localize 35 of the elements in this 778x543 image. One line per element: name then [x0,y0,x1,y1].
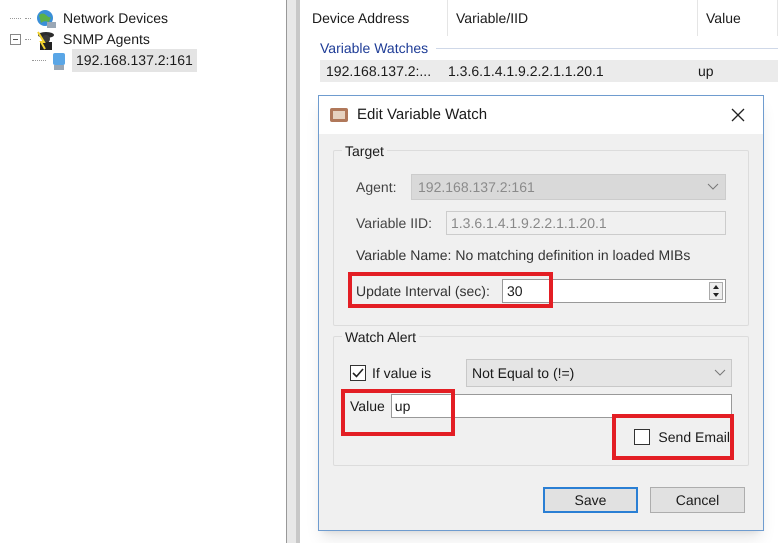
field-label: Agent: [356,178,398,197]
table-cell-text: 192.168.137.2:... [325,62,432,80]
dialog-button[interactable]: Save [543,487,638,513]
field-label: Variable IID: [356,214,433,232]
list-row[interactable]: 192.168.137.2:... 1.3.6.1.4.1.9.2.2.1.1.20.1 up [320,60,778,82]
field-label: Value [350,396,385,416]
update-interval-field[interactable]: 30 [502,279,726,303]
column-header[interactable]: Device Address [304,0,448,36]
group-header: Variable Watches [320,38,428,58]
close-icon[interactable] [731,108,745,122]
tree-item[interactable]: SNMP Agents [61,29,152,50]
checkbox[interactable] [634,429,650,445]
table-cell-text: up [698,62,715,81]
checkbox-label[interactable]: If value is [372,362,460,384]
tree-item[interactable]: Network Devices [61,8,170,29]
variable-name-text: Variable Name: No matching definition in loaded MIBs [356,246,692,265]
table-cell-text: 1.3.6.1.4.1.9.2.2.1.1.20.1 [448,62,605,80]
checkbox[interactable] [350,365,366,381]
column-header[interactable]: Value [698,0,778,36]
computer-icon [50,50,68,70]
value-field[interactable]: up [390,394,732,418]
dialog-button[interactable]: Cancel [650,487,745,513]
column-header[interactable]: Variable/IID [448,0,698,36]
chevron-icon [714,369,726,377]
checkbox-label[interactable]: Send Email [658,426,730,448]
spinner-icon[interactable] [709,282,723,300]
globe-icon [35,8,57,28]
condition-dropdown[interactable]: Not Equal to (!=) [466,359,732,387]
expander-icon[interactable] [10,34,21,45]
agent-icon [35,30,57,50]
window-title: Edit Variable Watch [357,104,488,125]
tree-item[interactable]: 192.168.137.2:161 [72,49,197,72]
field-label: Update Interval (sec): [356,282,491,301]
chevron-icon [707,183,719,191]
window-icon [329,106,349,124]
